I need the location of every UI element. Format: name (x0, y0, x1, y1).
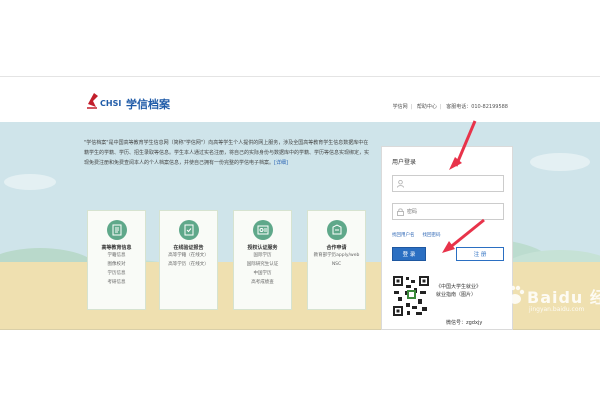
intro-text: "学信档案"是中国高等教育学生信息网（简称"学信网"）向高等学生个人提供的网上服… (84, 140, 370, 166)
username-input[interactable] (407, 178, 499, 189)
card-cooperation[interactable]: 合作申请 教育部学历apply/web NSC (307, 210, 366, 310)
verify-report-icon (178, 220, 199, 240)
recover-links: 找回用户名 找回密码 (392, 232, 449, 238)
promo-line-1: 《中国大学生就业》 (436, 284, 482, 290)
qr-code-icon (392, 275, 430, 317)
logo-brand-code: CHSI (100, 99, 122, 108)
card-item[interactable]: 国际学历 (234, 251, 291, 260)
card-item[interactable]: 国际研究生认证 (234, 260, 291, 269)
service-cards: 高等教育信息 学籍信息 图像校对 学历信息 考研信息 在线验证报告 高等学籍（在… (87, 210, 366, 310)
card-item[interactable]: 考研信息 (88, 278, 145, 287)
register-button[interactable]: 注 册 (456, 247, 504, 261)
login-title: 用户登录 (392, 159, 417, 166)
wechat-id: 微信号：zgdxjy (446, 320, 483, 326)
authorization-icon (252, 220, 273, 240)
card-item[interactable]: 图像校对 (88, 260, 145, 269)
card-title: 合作申请 (326, 245, 347, 251)
card-title: 高等教育信息 (101, 245, 132, 251)
card-item[interactable]: 中国学历 (234, 269, 291, 278)
watermark-text: Baidu 经验 (527, 288, 600, 307)
card-online-report[interactable]: 在线验证报告 高等学籍（在线文） 高等学历（在线文） (159, 210, 218, 310)
password-input[interactable] (407, 206, 499, 217)
card-title: 在线验证报告 (173, 245, 204, 251)
user-icon (397, 180, 404, 188)
card-title: 授权认证服务 (247, 245, 278, 251)
link-separator: | (439, 104, 442, 110)
site-header: CHSI 学信档案 学信网 | 帮助中心 | 客服电话：010-82199588 (0, 86, 600, 122)
paw-icon (506, 285, 525, 304)
card-item[interactable]: 教育部学历apply/web (308, 251, 365, 260)
promo-text: 《中国大学生就业》 就业指南（图片） (436, 283, 481, 299)
login-panel: 用户登录 找回用户名 找回密码 登 录 注 册 《中国大学生就业》 就业指南（图片… (381, 146, 513, 330)
card-item[interactable]: 学历信息 (88, 269, 145, 278)
card-item[interactable]: 高考成绩查 (234, 278, 291, 287)
promo-line-2: 就业指南（图片） (436, 292, 477, 298)
password-field[interactable] (392, 203, 504, 220)
find-username-link[interactable]: 找回用户名 (392, 233, 415, 238)
page-title: 学信档案 (126, 98, 170, 111)
username-field[interactable] (392, 175, 504, 192)
login-button[interactable]: 登 录 (392, 247, 426, 261)
top-divider (0, 76, 600, 77)
card-item[interactable]: 学籍信息 (88, 251, 145, 260)
link-chsi[interactable]: 学信网 (393, 104, 408, 110)
document-icon (106, 220, 127, 240)
lock-icon (397, 208, 404, 216)
link-separator: | (410, 104, 413, 110)
card-item[interactable]: NSC (308, 260, 365, 269)
application-icon (326, 220, 347, 240)
site-logo[interactable]: CHSI 学信档案 (86, 90, 196, 116)
chsi-bird-logo-icon (87, 93, 98, 109)
service-phone: 客服电话：010-82199588 (446, 104, 508, 110)
baidu-watermark: Baidu 经验 jingyan.baidu.com (505, 282, 600, 322)
intro-more-link[interactable]: [详细] (274, 160, 288, 166)
card-item[interactable]: 高等学历（在线文） (160, 260, 217, 269)
link-help-center[interactable]: 帮助中心 (417, 104, 437, 110)
header-links: 学信网 | 帮助中心 | 客服电话：010-82199588 (393, 103, 508, 110)
card-education-info[interactable]: 高等教育信息 学籍信息 图像校对 学历信息 考研信息 (87, 210, 146, 310)
find-password-link[interactable]: 找回密码 (423, 233, 441, 238)
card-item[interactable]: 高等学籍（在线文） (160, 251, 217, 260)
intro-paragraph: "学信档案"是中国高等教育学生信息网（简称"学信网"）向高等学生个人提供的网上服… (84, 138, 372, 168)
watermark-url: jingyan.baidu.com (529, 306, 585, 313)
card-authorization[interactable]: 授权认证服务 国际学历 国际研究生认证 中国学历 高考成绩查 (233, 210, 292, 310)
